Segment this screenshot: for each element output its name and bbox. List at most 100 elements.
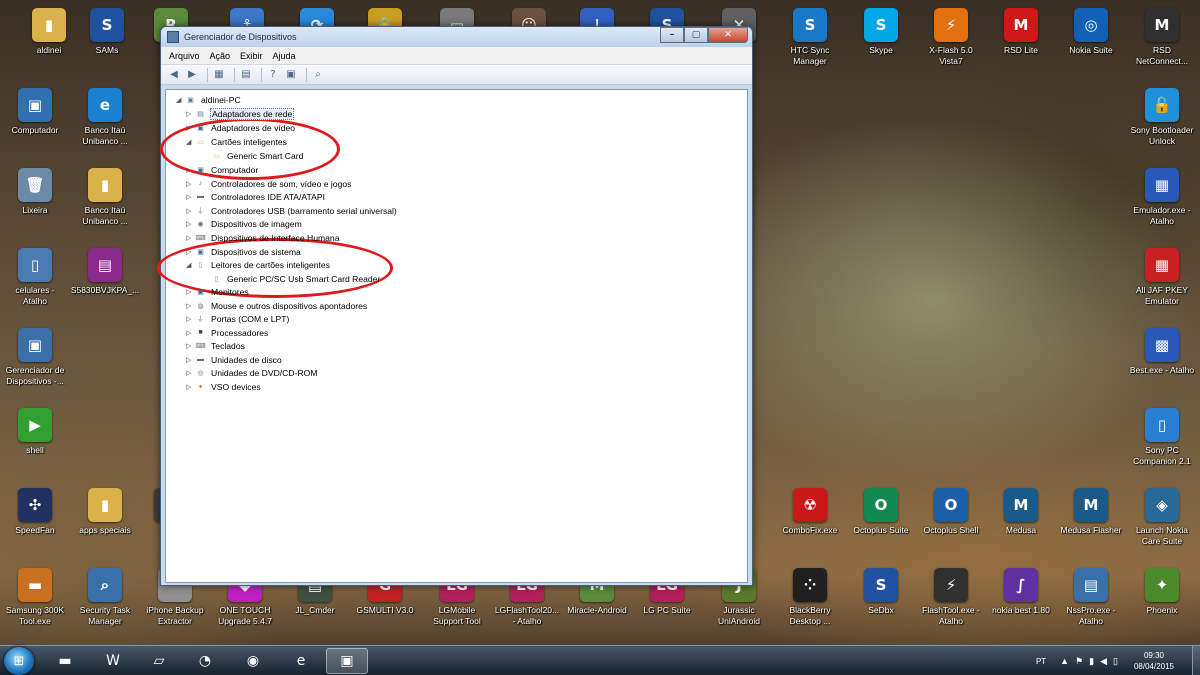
network-icon[interactable]: ▮: [1089, 656, 1094, 667]
language-indicator[interactable]: PT: [1036, 657, 1046, 666]
tree-item[interactable]: ▷ ▬ Unidades de disco: [186, 353, 283, 366]
expand-arrow-icon[interactable]: ▷: [186, 315, 195, 323]
desktop-icon[interactable]: ◈ Launch Nokia Care Suite: [1127, 488, 1197, 547]
start-button[interactable]: ⊞: [4, 647, 34, 675]
desktop-icon[interactable]: S HTC Sync Manager: [775, 8, 845, 67]
tree-item[interactable]: ▭ Generic Smart Card: [202, 149, 304, 162]
desktop-icon[interactable]: M RSD NetConnect...: [1127, 8, 1197, 67]
expand-arrow-icon[interactable]: ▷: [186, 220, 195, 228]
tree-item[interactable]: ▷ ◎ Unidades de DVD/CD-ROM: [186, 366, 319, 379]
collapse-arrow-icon[interactable]: ◢: [176, 96, 185, 104]
close-button[interactable]: ✕: [708, 27, 748, 43]
desktop-icon[interactable]: O Octoplus Shell: [916, 488, 986, 536]
desktop-icon[interactable]: ▦ All JAF PKEY Emulator: [1127, 248, 1197, 307]
view-icon[interactable]: ▣: [284, 68, 298, 81]
ie-taskbar-icon[interactable]: e: [280, 648, 322, 674]
title-bar[interactable]: Gerenciador de Dispositivos – ▢ ✕: [161, 27, 752, 47]
tree-item[interactable]: ▷ ⌨ Dispositivos de Interface Humana: [186, 231, 341, 244]
desktop-icon[interactable]: M Medusa: [986, 488, 1056, 536]
tree-item[interactable]: ▷ ⏚ Controladores USB (barramento serial u…: [186, 204, 398, 217]
desktop-icon[interactable]: 🗑 Lixeira: [0, 168, 70, 216]
device-manager-taskbar-icon[interactable]: ▣: [326, 648, 368, 674]
tree-item[interactable]: ▷ ▣ Monitores: [186, 285, 250, 298]
desktop-icon[interactable]: ▯ celulares - Atalho: [0, 248, 70, 307]
expand-arrow-icon[interactable]: ▷: [186, 234, 195, 242]
expand-arrow-icon[interactable]: ▷: [186, 166, 195, 174]
desktop-icon[interactable]: ▮ Banco Itaú Unibanco ...: [70, 168, 140, 227]
show-desktop-button[interactable]: [1192, 646, 1200, 675]
menu-ajuda[interactable]: Ajuda: [273, 51, 296, 61]
desktop-icon[interactable]: S Skype: [846, 8, 916, 56]
expand-arrow-icon[interactable]: ▷: [186, 288, 195, 296]
desktop-icon[interactable]: 🔓 Sony Bootloader Unlock: [1127, 88, 1197, 147]
desktop-icon[interactable]: ✦ Phoenix: [1127, 568, 1197, 616]
desktop-icon[interactable]: ▩ Best.exe - Atalho: [1127, 328, 1197, 376]
expand-arrow-icon[interactable]: ▷: [186, 124, 195, 132]
desktop-icon[interactable]: ⚡ X-Flash 5.0 Vista7: [916, 8, 986, 67]
chrome-taskbar-icon[interactable]: ◉: [232, 648, 274, 674]
desktop-icon[interactable]: ▣ Gerenciador de Dispositivos -...: [0, 328, 70, 387]
tree-item[interactable]: ▷ ◉ Dispositivos de imagem: [186, 217, 303, 230]
desktop-icon[interactable]: ▶ shell: [0, 408, 70, 456]
desktop-icon[interactable]: ⌕ Security Task Manager: [70, 568, 140, 627]
expand-arrow-icon[interactable]: ▷: [186, 302, 195, 310]
desktop-icon[interactable]: M RSD Lite: [986, 8, 1056, 56]
power-icon[interactable]: ▯: [1113, 656, 1118, 667]
desktop-icon[interactable]: ▬ Samsung 300K Tool.exe: [0, 568, 70, 627]
volume-icon[interactable]: ◀: [1100, 656, 1107, 667]
tree-item[interactable]: ◢ ▯ Leitores de cartões inteligentes: [186, 258, 331, 271]
tree-item[interactable]: ▷ ▣ Computador: [186, 163, 259, 176]
back-arrow-icon[interactable]: ◀: [167, 68, 181, 81]
word-taskbar-icon[interactable]: W: [92, 648, 134, 674]
show-hide-tree-icon[interactable]: ▦: [212, 68, 226, 81]
tree-item[interactable]: ▷ ⌨ Teclados: [186, 339, 246, 352]
menu-arquivo[interactable]: Arquivo: [169, 51, 200, 61]
device-tree[interactable]: ◢ ▣ aldinei-PC ▷ ▤ Adaptadores de rede ▷ ▣ Adapt…: [157, 89, 748, 583]
menu-exibir[interactable]: Exibir: [240, 51, 263, 61]
expand-arrow-icon[interactable]: ▷: [186, 207, 195, 215]
tree-item[interactable]: ▷ ✦ VSO devices: [186, 380, 262, 393]
desktop-icon[interactable]: ☢ ComboFix.exe: [775, 488, 845, 536]
desktop-icon[interactable]: ▦ Emulador.exe - Atalho: [1127, 168, 1197, 227]
forward-arrow-icon[interactable]: ▶: [185, 68, 199, 81]
expand-arrow-icon[interactable]: ▷: [186, 383, 195, 391]
show-hidden-icons-icon[interactable]: ▲: [1060, 656, 1069, 666]
desktop-icon[interactable]: e Banco Itaú Unibanco ...: [70, 88, 140, 147]
tree-item[interactable]: ▷ ▬ Controladores IDE ATA/ATAPI: [186, 190, 326, 203]
tree-item[interactable]: ▷ ⏚ Portas (COM e LPT): [186, 312, 290, 325]
desktop-icon[interactable]: ▮ apps speciais: [70, 488, 140, 536]
expand-arrow-icon[interactable]: ▷: [186, 342, 195, 350]
desktop-icon[interactable]: ▯ Sony PC Companion 2.1: [1127, 408, 1197, 467]
expand-arrow-icon[interactable]: ▷: [186, 248, 195, 256]
desktop-icon[interactable]: M Medusa Flasher: [1056, 488, 1126, 536]
desktop-icon[interactable]: ⚡ FlashTool.exe - Atalho: [916, 568, 986, 627]
expand-arrow-icon[interactable]: ▷: [186, 369, 195, 377]
maximize-button[interactable]: ▢: [684, 27, 708, 43]
desktop-icon[interactable]: ▤ S5830BVJKPA_...: [70, 248, 140, 296]
desktop-icon[interactable]: O Octoplus Suite: [846, 488, 916, 536]
tree-item[interactable]: ◢ ▣ aldinei-PC: [176, 93, 242, 106]
desktop-icon[interactable]: ✣ SpeedFan: [0, 488, 70, 536]
tree-item[interactable]: ▷ ♪ Controladores de som, vídeo e jogos: [186, 177, 352, 190]
expand-arrow-icon[interactable]: ▷: [186, 180, 195, 188]
tree-item[interactable]: ▷ ▣ Dispositivos de sistema: [186, 245, 302, 258]
firefox-taskbar-icon[interactable]: ◔: [184, 648, 226, 674]
tree-item[interactable]: ▷ ▣ Adaptadores de vídeo: [186, 121, 296, 134]
help-icon[interactable]: ?: [266, 68, 280, 81]
collapse-arrow-icon[interactable]: ◢: [186, 261, 195, 269]
scan-hardware-icon[interactable]: ⌕: [311, 68, 325, 81]
expand-arrow-icon[interactable]: ▷: [186, 356, 195, 364]
tree-item[interactable]: ▯ Generic PC/SC Usb Smart Card Reader: [202, 272, 381, 285]
desktop-icon[interactable]: ◎ Nokia Suite: [1056, 8, 1126, 56]
window-taskbar-icon[interactable]: ▱: [138, 648, 180, 674]
properties-icon[interactable]: ▤: [239, 68, 253, 81]
desktop-icon[interactable]: S SeDbx: [846, 568, 916, 616]
desktop-icon[interactable]: ▣ Computador: [0, 88, 70, 136]
minimize-button[interactable]: –: [660, 27, 684, 43]
flag-icon[interactable]: ⚑: [1075, 656, 1083, 667]
desktop-icon[interactable]: ▤ NssPro.exe - Atalho: [1056, 568, 1126, 627]
tree-item[interactable]: ▷ ◍ Mouse e outros dispositivos apontadore…: [186, 299, 368, 312]
expand-arrow-icon[interactable]: ▷: [186, 329, 195, 337]
explorer-taskbar-icon[interactable]: ▬: [44, 648, 86, 674]
expand-arrow-icon[interactable]: ▷: [186, 193, 195, 201]
